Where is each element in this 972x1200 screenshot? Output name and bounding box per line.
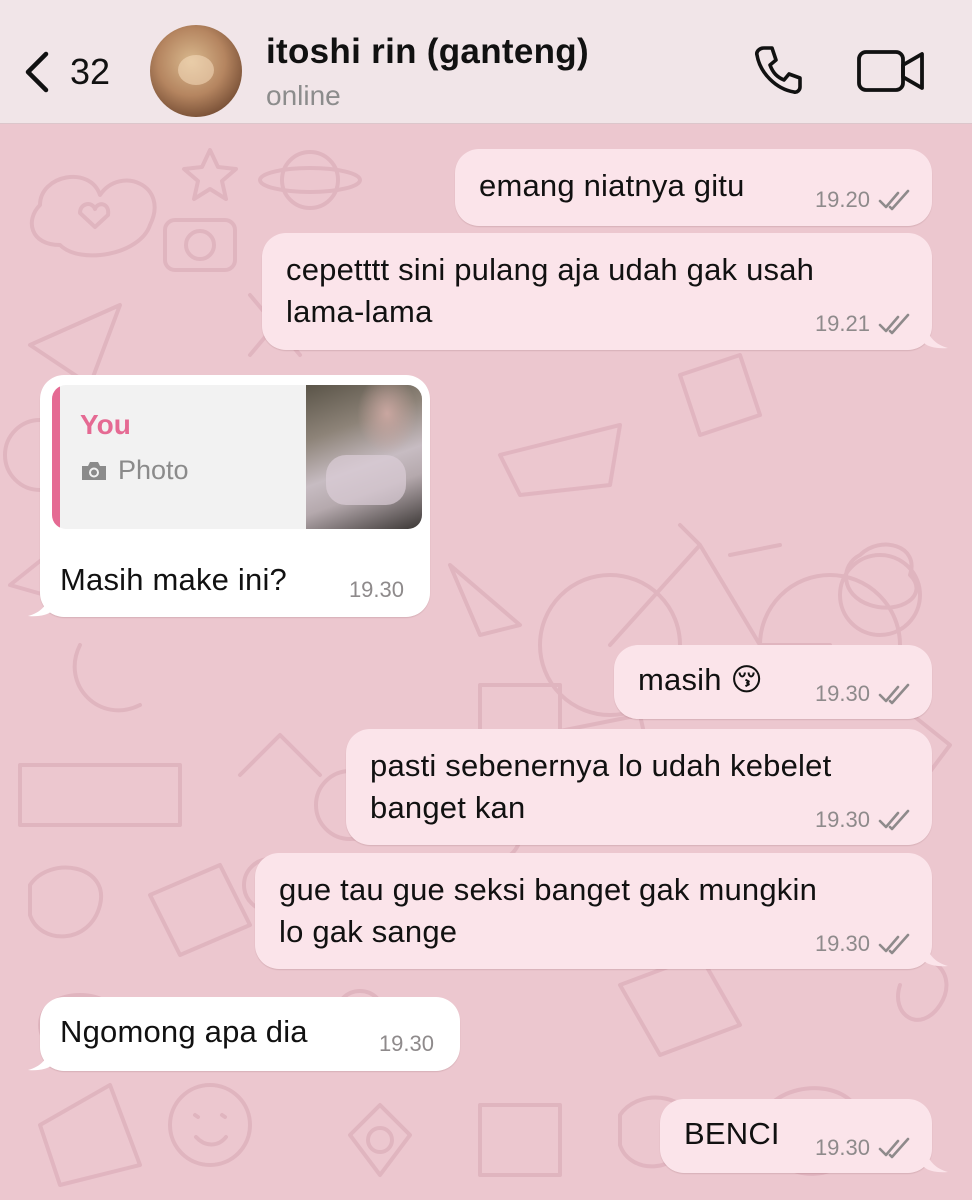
contact-name[interactable]: itoshi rin (ganteng) bbox=[266, 32, 589, 72]
message-meta: 19.21 bbox=[815, 311, 912, 337]
quote-kind: Photo bbox=[80, 455, 189, 486]
message-bubble-outgoing[interactable]: emang niatnya gitu 19.20 bbox=[455, 149, 932, 226]
phone-icon[interactable] bbox=[750, 42, 806, 98]
video-call-icon[interactable] bbox=[856, 46, 926, 96]
message-bubble-outgoing[interactable]: gue tau gue seksi banget gak mungkin lo … bbox=[255, 853, 932, 969]
message-time: 19.30 bbox=[814, 1135, 870, 1160]
bubble-tail bbox=[28, 1045, 52, 1071]
message-meta: 19.30 bbox=[815, 807, 912, 833]
bubble-tail bbox=[924, 323, 948, 349]
message-text-line: lama-lama bbox=[286, 294, 433, 329]
back-button[interactable]: 32 bbox=[22, 42, 110, 102]
message-bubble-outgoing[interactable]: pasti sebenernya lo udah kebelet banget … bbox=[346, 729, 932, 845]
message-text-line: banget kan bbox=[370, 790, 526, 825]
message-meta: 19.30 bbox=[815, 681, 912, 707]
quote-author: You bbox=[80, 409, 131, 440]
unread-count: 32 bbox=[70, 51, 111, 92]
message-meta: 19.30 bbox=[349, 577, 404, 603]
message-time: 19.30 bbox=[348, 577, 404, 602]
bubble-tail bbox=[924, 1147, 948, 1173]
message-meta: 19.30 bbox=[815, 1135, 912, 1161]
chat-header: 32 itoshi rin (ganteng) online bbox=[0, 0, 972, 124]
avatar[interactable] bbox=[150, 25, 242, 117]
chat-area[interactable]: emang niatnya gitu 19.20 cepetttt sini p… bbox=[0, 125, 972, 1200]
bubble-tail bbox=[924, 941, 948, 967]
message-time: 19.20 bbox=[814, 187, 870, 212]
quoted-reply[interactable]: You Photo bbox=[52, 385, 422, 529]
camera-icon bbox=[82, 461, 106, 480]
message-text: masih 😚 bbox=[638, 662, 764, 697]
double-check-icon bbox=[878, 933, 910, 955]
quote-accent-bar bbox=[52, 385, 60, 529]
message-text-line: cepetttt sini pulang aja udah gak usah bbox=[286, 252, 815, 287]
message-bubble-incoming[interactable]: You Photo Masih make ini? 19.30 bbox=[40, 375, 430, 617]
message-meta: 19.20 bbox=[815, 187, 912, 213]
double-check-icon bbox=[878, 683, 910, 705]
message-text-line: gue tau gue seksi banget gak mungkin bbox=[279, 872, 818, 907]
message-time: 19.30 bbox=[814, 931, 870, 956]
double-check-icon bbox=[878, 189, 910, 211]
message-text: BENCI bbox=[684, 1116, 780, 1151]
double-check-icon bbox=[878, 809, 910, 831]
message-bubble-outgoing[interactable]: masih 😚 19.30 bbox=[614, 645, 932, 719]
message-time: 19.30 bbox=[814, 681, 870, 706]
message-text: emang niatnya gitu bbox=[479, 168, 745, 203]
message-bubble-outgoing[interactable]: BENCI 19.30 bbox=[660, 1099, 932, 1173]
message-text: Ngomong apa dia bbox=[60, 1014, 308, 1049]
message-text-line: lo gak sange bbox=[279, 914, 458, 949]
message-bubble-incoming[interactable]: Ngomong apa dia 19.30 bbox=[40, 997, 460, 1071]
bubble-tail bbox=[28, 591, 52, 617]
quote-kind-label: Photo bbox=[118, 455, 189, 485]
message-time: 19.21 bbox=[814, 311, 870, 336]
quoted-photo-thumbnail bbox=[306, 385, 422, 529]
message-meta: 19.30 bbox=[815, 931, 912, 957]
contact-status: online bbox=[266, 80, 341, 111]
message-meta: 19.30 bbox=[379, 1031, 434, 1057]
double-check-icon bbox=[878, 1137, 910, 1159]
message-text: Masih make ini? bbox=[60, 562, 287, 597]
message-time: 19.30 bbox=[378, 1031, 434, 1056]
message-bubble-outgoing[interactable]: cepetttt sini pulang aja udah gak usah l… bbox=[262, 233, 932, 350]
back-chevron-icon bbox=[25, 51, 49, 93]
message-text-line: pasti sebenernya lo udah kebelet bbox=[370, 748, 832, 783]
double-check-icon bbox=[878, 313, 910, 335]
message-time: 19.30 bbox=[814, 807, 870, 832]
